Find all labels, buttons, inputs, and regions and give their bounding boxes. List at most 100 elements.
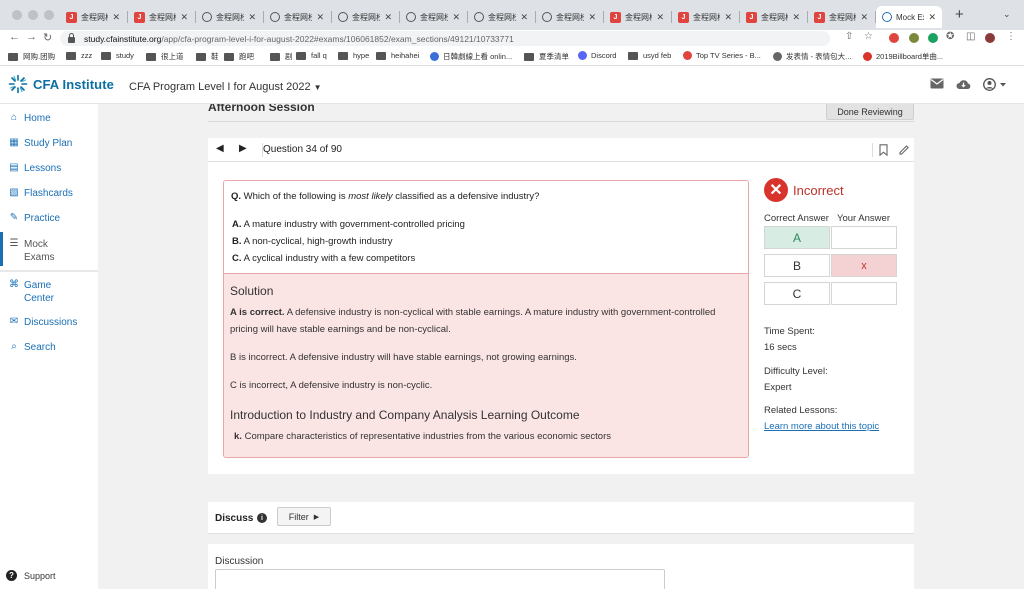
- browser-tab[interactable]: 金程网校 ✕: [536, 6, 602, 28]
- sidebar-item-study-plan[interactable]: ▦ Study Plan: [9, 137, 72, 150]
- bookmark-item[interactable]: study: [101, 51, 134, 60]
- bookmark-item[interactable]: 剧: [270, 51, 293, 62]
- related-lesson-link[interactable]: Learn more about this topic: [764, 421, 879, 432]
- tab-close-icon[interactable]: ✕: [384, 12, 392, 23]
- tab-search-chevron-icon[interactable]: ⌄: [1003, 9, 1011, 20]
- edit-pencil-icon[interactable]: [898, 144, 910, 156]
- bookmark-item[interactable]: 发表情 - 表情包大...: [773, 51, 851, 62]
- bookmark-star-icon[interactable]: ☆: [864, 31, 873, 42]
- sidebar-item-search[interactable]: ⌕ Search: [9, 341, 56, 354]
- tab-title: 金程网校: [488, 12, 517, 22]
- browser-tab[interactable]: 金程网校 ✕: [468, 6, 534, 28]
- program-selector[interactable]: CFA Program Level I for August 2022 ▼: [129, 81, 322, 93]
- tab-close-icon[interactable]: ✕: [248, 12, 256, 23]
- browser-tab[interactable]: 金程网校 ✕: [196, 6, 262, 28]
- tab-close-icon[interactable]: ✕: [860, 12, 868, 23]
- sidebar-item-home[interactable]: ⌂ Home: [9, 112, 51, 125]
- browser-tab[interactable]: J 金程网校 ✕: [808, 6, 874, 28]
- tab-close-icon[interactable]: ✕: [520, 12, 528, 23]
- window-close-dot[interactable]: [12, 10, 22, 20]
- incorrect-x-icon: ✕: [764, 178, 788, 202]
- browser-tab[interactable]: Mock Ex ✕: [876, 6, 942, 28]
- bookmark-item[interactable]: 夏季清单: [524, 51, 569, 62]
- extension-green-icon[interactable]: [928, 33, 938, 43]
- your-answer-cell: x: [831, 254, 897, 277]
- bookmark-item[interactable]: 跑吧: [224, 51, 254, 62]
- bookmark-item[interactable]: 鞋: [196, 51, 219, 62]
- bookmark-item[interactable]: Discord: [578, 51, 616, 60]
- tab-close-icon[interactable]: ✕: [928, 12, 936, 23]
- discussion-input[interactable]: [215, 569, 665, 589]
- difficulty-label: Difficulty Level:: [764, 366, 828, 377]
- cfa-logo[interactable]: CFA Institute: [8, 74, 114, 94]
- cloud-download-icon[interactable]: [956, 78, 971, 90]
- info-icon[interactable]: i: [257, 513, 267, 523]
- bookmark-item[interactable]: 很上道: [146, 51, 184, 62]
- tab-close-icon[interactable]: ✕: [724, 12, 732, 23]
- sidebar-item-game[interactable]: ⌘ Game Center: [9, 279, 54, 305]
- forward-arrow-icon[interactable]: →: [26, 31, 37, 43]
- tab-close-icon[interactable]: ✕: [792, 12, 800, 23]
- bookmark-item[interactable]: fall q: [296, 51, 327, 60]
- browser-tab[interactable]: J 金程网校 ✕: [740, 6, 806, 28]
- extension-olive-icon[interactable]: [909, 33, 919, 43]
- question-circle-icon: ?: [6, 570, 17, 581]
- url-host: study.cfainstitute.org: [84, 33, 162, 44]
- bookmark-item[interactable]: Top TV Series - B...: [683, 51, 761, 60]
- sidebar-item-practice[interactable]: ✎ Practice: [9, 212, 60, 225]
- browser-tab[interactable]: 金程网校 ✕: [400, 6, 466, 28]
- sidebar-item-mock[interactable]: ☰ Mock Exams: [9, 238, 55, 264]
- bookmark-item[interactable]: hype: [338, 51, 369, 60]
- bookmark-item[interactable]: 日韓劇線上看 onlin...: [430, 51, 512, 62]
- browser-tab[interactable]: J 金程网校 ✕: [128, 6, 194, 28]
- window-zoom-dot[interactable]: [44, 10, 54, 20]
- back-arrow-icon[interactable]: ←: [9, 31, 20, 43]
- tab-close-icon[interactable]: ✕: [180, 12, 188, 23]
- browser-tab[interactable]: J 金程网校 ✕: [604, 6, 670, 28]
- question-counter: Question 34 of 90: [263, 144, 342, 155]
- support-link[interactable]: ? Support: [6, 570, 56, 581]
- tab-close-icon[interactable]: ✕: [112, 12, 120, 23]
- previous-question-icon[interactable]: ◀: [216, 143, 224, 154]
- filter-button[interactable]: Filter ▶: [277, 507, 331, 526]
- tab-close-icon[interactable]: ✕: [588, 12, 596, 23]
- url-field[interactable]: study.cfainstitute.org/app/cfa-program-l…: [60, 31, 830, 46]
- tab-close-icon[interactable]: ✕: [656, 12, 664, 23]
- difficulty-value: Expert: [764, 382, 792, 393]
- sidebar-item-flashcards[interactable]: ▧ Flashcards: [9, 187, 73, 200]
- bookmark-item[interactable]: zzz: [66, 51, 92, 60]
- jincheng-favicon-icon: J: [134, 11, 145, 23]
- window-minimize-dot[interactable]: [28, 10, 38, 20]
- bookmark-label: usyd feb: [643, 51, 672, 60]
- extensions-puzzle-icon[interactable]: ✪: [946, 31, 954, 42]
- next-question-icon[interactable]: ▶: [239, 143, 247, 154]
- sidebar-item-discussions[interactable]: ✉ Discussions: [9, 316, 78, 329]
- profile-avatar-icon[interactable]: [985, 33, 995, 43]
- bookmark-item[interactable]: usyd feb: [628, 51, 671, 60]
- address-bar: ← → ↻ study.cfainstitute.org/app/cfa-pro…: [0, 30, 1024, 47]
- browser-tab[interactable]: 金程网校 ✕: [332, 6, 398, 28]
- bookmark-icon[interactable]: [879, 144, 888, 156]
- browser-menu-icon[interactable]: ⋮: [1006, 31, 1016, 42]
- browser-tab[interactable]: J 金程网校 ✕: [672, 6, 738, 28]
- tab-close-icon[interactable]: ✕: [452, 12, 460, 23]
- folder-icon: [376, 51, 386, 60]
- folder-icon: [270, 52, 280, 61]
- reload-icon[interactable]: ↻: [43, 31, 52, 44]
- sidebar-divider: [0, 270, 98, 272]
- browser-tab[interactable]: J 金程网校 ✕: [60, 6, 126, 28]
- sidebar-item-lessons[interactable]: ▤ Lessons: [9, 162, 61, 175]
- bookmark-item[interactable]: 2019Billboard单曲...: [863, 51, 943, 62]
- browser-tab[interactable]: 金程网校 ✕: [264, 6, 330, 28]
- tab-close-icon[interactable]: ✕: [316, 12, 324, 23]
- sidebar-item-label: Practice: [24, 213, 61, 224]
- extension-red-icon[interactable]: [889, 33, 899, 43]
- bookmark-item[interactable]: heihahei: [376, 51, 419, 60]
- sidebar-toggle-icon[interactable]: ◫: [966, 31, 975, 42]
- bookmark-item[interactable]: 网购.团购: [8, 51, 55, 62]
- share-icon[interactable]: ⇧: [845, 31, 853, 42]
- mail-icon[interactable]: [930, 78, 944, 89]
- user-account-icon[interactable]: [983, 78, 1009, 91]
- done-reviewing-button[interactable]: Done Reviewing: [826, 104, 914, 120]
- new-tab-icon[interactable]: +: [955, 6, 964, 23]
